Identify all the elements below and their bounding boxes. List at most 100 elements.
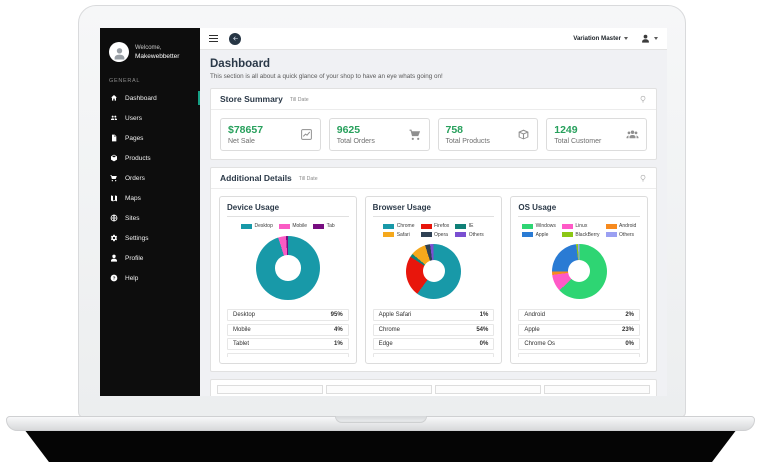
row-value: 1% (479, 312, 489, 318)
person-icon (114, 48, 124, 60)
legend-item[interactable]: Others (455, 232, 484, 238)
legend-item[interactable]: Android (605, 223, 637, 229)
stat-cards: $78657 Net Sale 9625 Total Orders 758 To… (211, 110, 656, 159)
chart-title: OS Usage (518, 203, 641, 217)
home-icon (110, 94, 118, 102)
legend-item[interactable]: Windows (522, 223, 556, 229)
laptop-underside (24, 429, 737, 462)
row-value: 2% (625, 312, 635, 318)
legend-item[interactable]: Apple (522, 232, 556, 238)
top-navbar: Variation Master (200, 28, 667, 50)
till-date-label: Till Date (298, 175, 318, 182)
sidebar-item-dashboard[interactable]: Dashboard (100, 88, 200, 108)
row-label: Chrome (378, 326, 401, 333)
legend-label: Safari (396, 231, 410, 238)
avatar[interactable] (109, 42, 129, 62)
sidebar-item-maps[interactable]: Maps (100, 188, 200, 208)
box-icon (110, 154, 118, 162)
table-row-clipped (518, 352, 641, 357)
user-menu[interactable] (641, 34, 658, 43)
sidebar-item-pages[interactable]: Pages (100, 128, 200, 148)
legend-item[interactable]: Chrome (383, 223, 415, 229)
stat-value: $78657 (228, 124, 264, 136)
back-arrow-icon (232, 36, 238, 41)
usage-charts: Device Usage Desktop Mobile Tab Desktop 9… (211, 189, 656, 371)
legend-swatch (605, 223, 617, 229)
legend-item[interactable]: Opera (420, 232, 450, 238)
legend-item[interactable]: BlackBerry (561, 232, 600, 238)
sidebar-item-settings[interactable]: Settings (100, 228, 200, 248)
gear-icon (110, 234, 118, 242)
legend-label: Chrome (396, 223, 415, 229)
table-row-clipped (227, 352, 349, 357)
sidebar-item-products[interactable]: Products (100, 148, 200, 168)
legend-item[interactable]: Others (605, 232, 637, 238)
lightbulb-icon[interactable] (639, 174, 647, 183)
legend-label: Android (619, 223, 637, 229)
chart-title: Device Usage (227, 203, 349, 217)
table-row: Chrome Os 0% (518, 338, 641, 350)
legend-swatch (561, 223, 573, 229)
legend-item[interactable]: Desktop (241, 223, 273, 229)
laptop-notch (334, 416, 427, 423)
people-group-icon (626, 128, 639, 141)
laptop-base (6, 416, 755, 431)
map-icon (110, 194, 118, 202)
legend-swatch (383, 223, 395, 229)
legend-item[interactable]: Safari (383, 232, 414, 238)
row-label: Apple Safari (378, 312, 412, 318)
legend-item[interactable]: Mobile (278, 223, 307, 229)
cart-icon (409, 128, 422, 141)
variation-master-label: Variation Master (573, 35, 621, 42)
table-row: Chrome 54% (372, 323, 495, 336)
sidebar: Welcome, Makewebbetter GENERAL Dashboard… (100, 28, 200, 396)
sidebar-item-label: Users (125, 114, 142, 122)
laptop-bezel: Welcome, Makewebbetter GENERAL Dashboard… (78, 5, 686, 418)
page-subtitle: This section is all about a quick glance… (210, 73, 443, 80)
sidebar-item-users[interactable]: Users (100, 108, 200, 128)
row-value: 95% (330, 312, 343, 318)
row-label: Edge (378, 341, 393, 347)
stat-label: Total Products (445, 138, 490, 145)
legend-item[interactable]: Linux (561, 223, 600, 229)
chevron-down-icon (654, 37, 658, 40)
laptop-mockup: Welcome, Makewebbetter GENERAL Dashboard… (0, 0, 761, 462)
legend-item[interactable]: Firefox (420, 223, 450, 229)
question-icon: ? (110, 274, 118, 282)
table-row: Apple 23% (518, 323, 641, 336)
sidebar-profile: Welcome, Makewebbetter (100, 38, 200, 72)
legend-label: Firefox (434, 223, 450, 229)
sidebar-item-label: Help (125, 274, 139, 282)
sidebar-item-orders[interactable]: Orders (100, 168, 200, 188)
variation-master-menu[interactable]: Variation Master (573, 35, 628, 42)
back-button[interactable] (229, 32, 241, 45)
device-usage-donut-chart[interactable] (255, 236, 320, 300)
sidebar-item-sites[interactable]: Sites (100, 208, 200, 228)
os-usage-donut-chart[interactable] (551, 243, 607, 299)
sidebar-item-label: Orders (125, 174, 145, 182)
screen: Welcome, Makewebbetter GENERAL Dashboard… (100, 28, 667, 396)
table-row-clipped (372, 352, 495, 357)
row-value: 54% (476, 326, 489, 333)
legend-label: Apple (535, 231, 549, 238)
pages-icon (110, 134, 118, 142)
legend-label: Tab (326, 223, 335, 229)
welcome-text: Welcome, (135, 44, 162, 51)
user-icon (642, 34, 649, 43)
legend-item[interactable]: Tab (313, 223, 335, 229)
additional-details-header: Additional Details Till Date (211, 168, 656, 189)
stat-value: 1249 (554, 124, 578, 136)
sidebar-item-profile[interactable]: Profile (100, 248, 200, 268)
hamburger-menu-icon[interactable] (209, 34, 218, 43)
legend-item[interactable]: IE (455, 223, 484, 229)
sidebar-section-label: GENERAL (109, 78, 141, 84)
legend-label: Linux (575, 223, 588, 229)
browser-usage-donut-chart[interactable] (406, 243, 461, 299)
legend-swatch (455, 232, 467, 237)
lightbulb-icon[interactable] (639, 95, 647, 104)
chart-legend: Windows Linux Android Apple BlackBerry O… (518, 223, 640, 238)
additional-details-title: Additional Details (220, 173, 292, 183)
sidebar-item-help[interactable]: ? Help (100, 268, 200, 288)
chart-legend: Desktop Mobile Tab (227, 223, 349, 229)
row-label: Android (524, 312, 546, 318)
